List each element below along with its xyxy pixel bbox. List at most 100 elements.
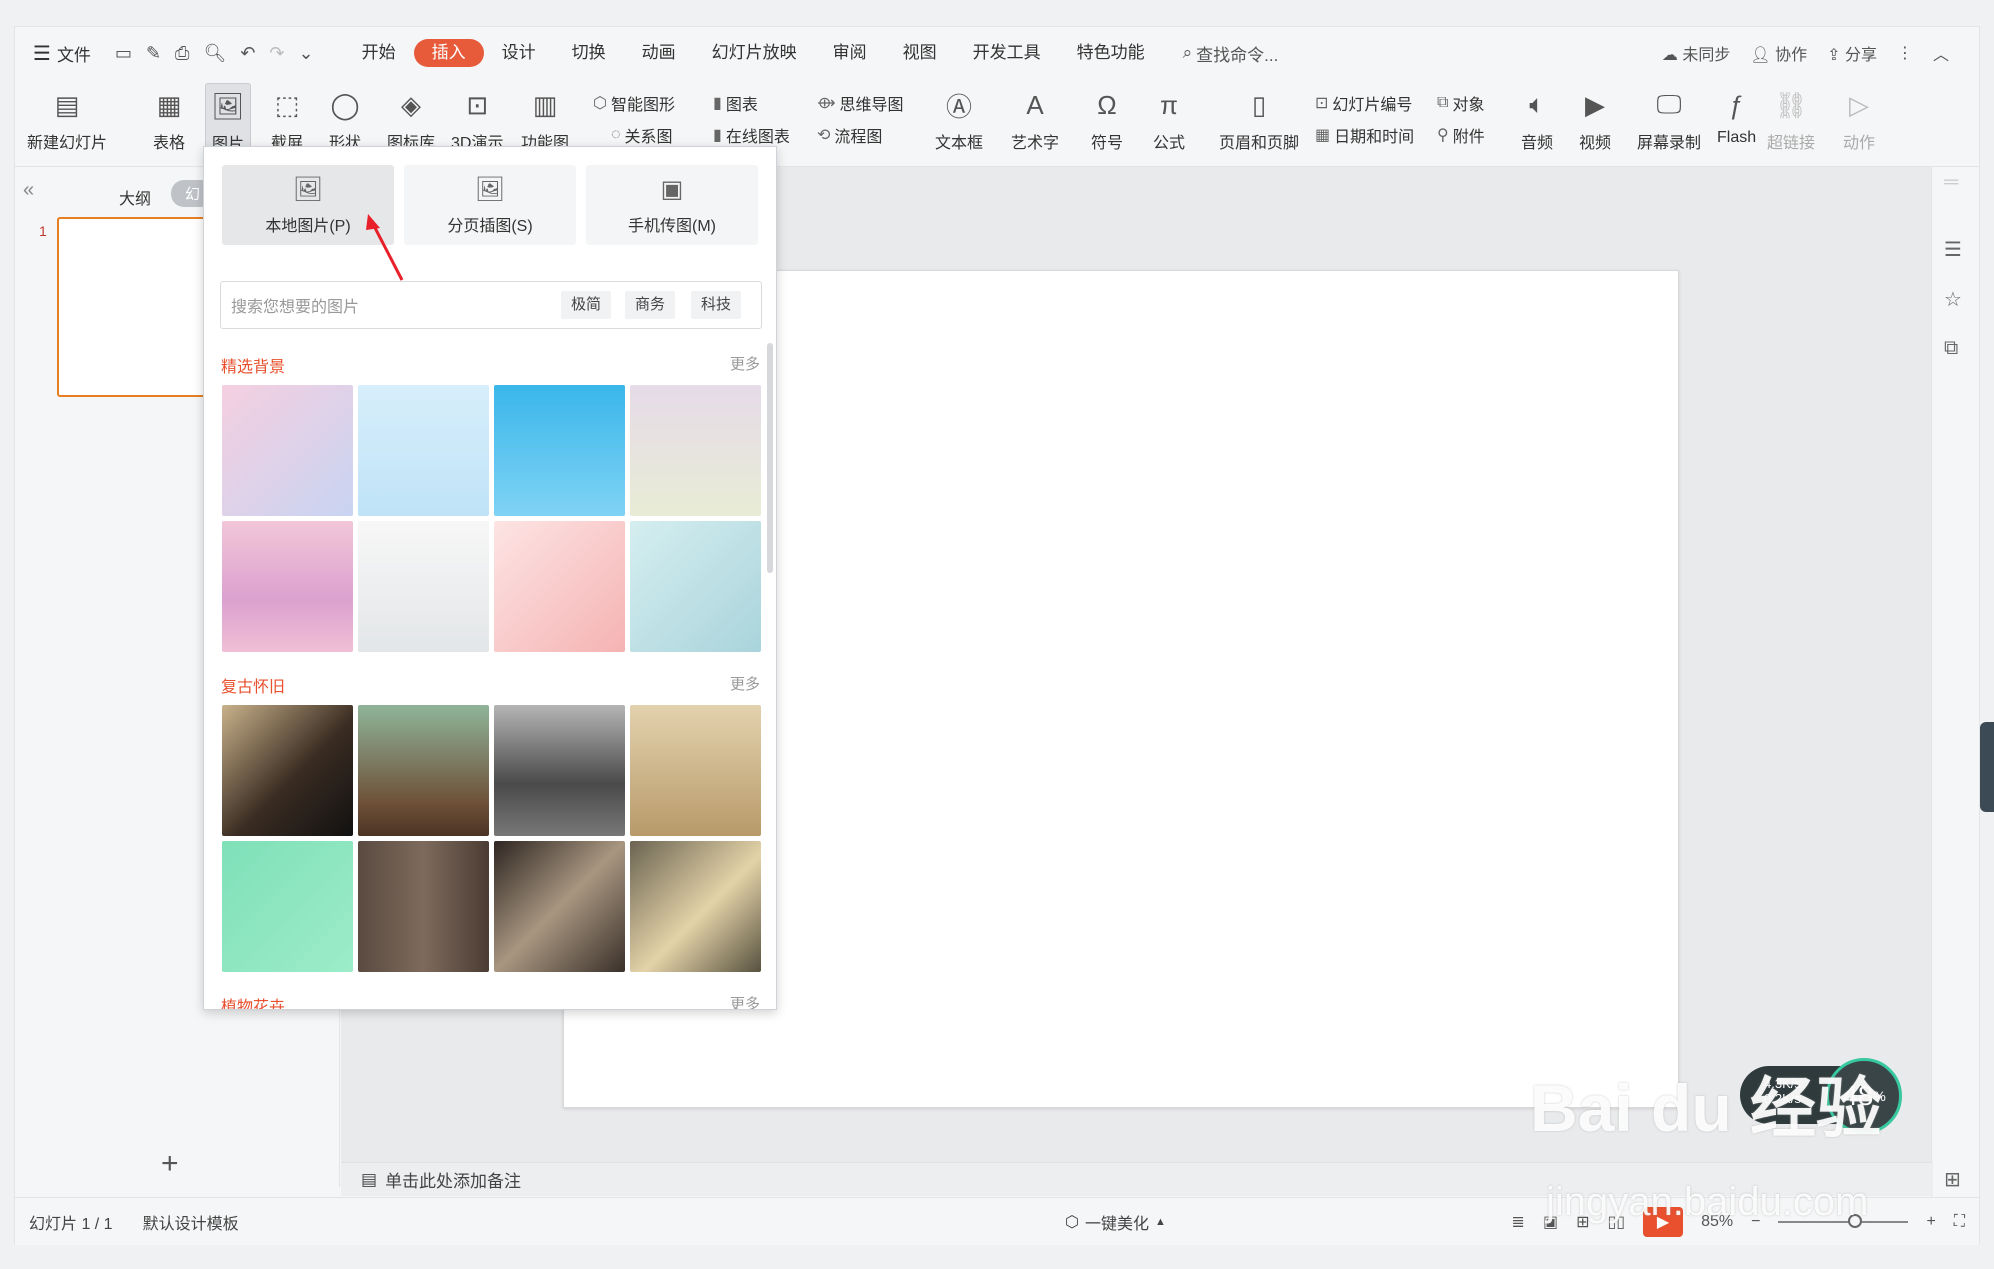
annotation-arrow xyxy=(366,214,404,281)
online-chart-label: 在线图表 xyxy=(725,129,790,146)
smart-shape-button[interactable]: ⬡ 智能图形 xyxy=(593,91,675,115)
menu-bar: ☰ 文件 ▭ ✎ ⎙ 🔍︎ ↶ ↷ ⌄ 开始 插入 设计 切换 动画 幻灯片放映… xyxy=(15,27,1979,79)
slide-thumbnail[interactable] xyxy=(57,217,217,397)
tab-review[interactable]: 审阅 xyxy=(815,39,885,67)
beautify-button[interactable]: ⬡ 一键美化 ▲ xyxy=(1065,1210,1166,1234)
screen-record-label: 屏幕录制 xyxy=(1637,135,1702,152)
object-label: 对象 xyxy=(1452,97,1485,114)
redo-icon[interactable]: ↷ xyxy=(269,43,284,64)
section-more-backgrounds[interactable]: 更多 xyxy=(730,353,760,374)
drag-handle-icon[interactable]: ═ xyxy=(1944,171,1958,194)
hyperlink-button[interactable]: ⛓ 超链接 xyxy=(1767,87,1815,153)
bg-thumbnail[interactable] xyxy=(222,521,353,652)
picture-dropdown: 🖼︎ 本地图片(P) 🖼︎ 分页插图(S) ▣ 手机传图(M) 搜索您想要的图片… xyxy=(203,146,777,1010)
phone-image-icon: ▣ xyxy=(660,175,684,203)
tab-outline[interactable]: 大纲 xyxy=(119,185,151,209)
tab-home[interactable]: 开始 xyxy=(344,39,414,67)
tab-view[interactable]: 视图 xyxy=(885,39,955,67)
properties-icon[interactable]: ☰ xyxy=(1944,237,1962,262)
bg-thumbnail[interactable] xyxy=(358,385,489,516)
command-search[interactable]: ⌕ 查找命令... xyxy=(1183,27,1279,79)
print-icon[interactable]: ⎙ xyxy=(175,43,189,64)
3d-demo-button[interactable]: ⊡ 3D演示 xyxy=(451,87,503,153)
collapse-ribbon-icon[interactable]: ︿ xyxy=(1933,41,1949,65)
tab-slideshow[interactable]: 幻灯片放映 xyxy=(694,39,815,67)
new-slide-button[interactable]: ▤ 新建幻灯片 xyxy=(27,87,107,153)
tab-transition[interactable]: 切换 xyxy=(554,39,624,67)
bg-thumbnail[interactable] xyxy=(630,521,761,652)
retro-thumbnail[interactable] xyxy=(494,705,625,836)
retro-thumbnail[interactable] xyxy=(222,841,353,972)
function-chart-button[interactable]: ▥ 功能图 xyxy=(521,87,569,153)
icon-library-button[interactable]: ◈ 图标库 xyxy=(387,87,435,153)
bg-thumbnail[interactable] xyxy=(222,385,353,516)
notes-toggle-icon[interactable]: ≣ xyxy=(1512,1212,1525,1232)
video-button[interactable]: ▶ 视频 xyxy=(1577,87,1613,153)
object-button[interactable]: ⧉ 对象 xyxy=(1437,91,1484,115)
paged-image-icon: 🖼︎ xyxy=(474,175,506,203)
beautify-icon: ⬡ xyxy=(1065,1213,1079,1231)
symbol-button[interactable]: Ω 符号 xyxy=(1089,87,1125,153)
phone-upload-option[interactable]: ▣ 手机传图(M) xyxy=(586,165,758,245)
section-more-retro[interactable]: 更多 xyxy=(730,673,760,694)
save-icon[interactable]: ▭ xyxy=(115,43,132,64)
retro-thumbnail[interactable] xyxy=(358,705,489,836)
attachment-button[interactable]: ⚲ 附件 xyxy=(1437,123,1485,147)
datetime-button[interactable]: ▦ 日期和时间 xyxy=(1315,123,1414,147)
chip-tech[interactable]: 科技 xyxy=(691,291,742,319)
dropdown-scrollbar[interactable] xyxy=(767,343,773,573)
slide-number-button[interactable]: ⊡ 幻灯片编号 xyxy=(1315,91,1412,115)
retro-thumbnail[interactable] xyxy=(222,705,353,836)
undo-icon[interactable]: ↶ xyxy=(240,43,255,64)
paged-illustration-option[interactable]: 🖼︎ 分页插图(S) xyxy=(404,165,576,245)
collab-button[interactable]: 👤︎ 协作 xyxy=(1750,41,1807,65)
relation-chart-button[interactable]: ◌ 关系图 xyxy=(611,123,673,147)
header-footer-button[interactable]: ▯ 页眉和页脚 xyxy=(1219,87,1299,153)
table-button[interactable]: ▦ 表格 xyxy=(151,87,187,153)
edge-handle[interactable] xyxy=(1980,722,1994,812)
flash-button[interactable]: ƒ Flash xyxy=(1717,87,1756,147)
sync-button[interactable]: ☁ 未同步 xyxy=(1662,41,1730,65)
action-button[interactable]: ▷ 动作 xyxy=(1841,87,1877,153)
tab-animation[interactable]: 动画 xyxy=(624,39,694,67)
bg-thumbnail[interactable] xyxy=(494,385,625,516)
more-icon[interactable]: ⋮ xyxy=(1897,43,1913,63)
retro-thumbnail[interactable] xyxy=(358,841,489,972)
textbox-button[interactable]: Ⓐ 文本框 xyxy=(935,87,983,153)
template-name[interactable]: 默认设计模板 xyxy=(143,1210,239,1234)
online-chart-button[interactable]: ▮ 在线图表 xyxy=(713,123,790,147)
wordart-button[interactable]: A 艺术字 xyxy=(1011,87,1059,153)
section-more-flowers[interactable]: 更多 xyxy=(730,993,760,1009)
file-menu[interactable]: ☰ 文件 xyxy=(33,27,91,79)
mindmap-button[interactable]: ⟴ 思维导图 xyxy=(817,91,904,115)
print-preview-icon[interactable]: 🔍︎ xyxy=(203,43,226,64)
chip-minimal[interactable]: 极简 xyxy=(561,291,612,319)
picture-search-input[interactable]: 搜索您想要的图片 极简 商务 科技 xyxy=(220,281,762,329)
tab-developer[interactable]: 开发工具 xyxy=(955,39,1059,67)
tab-special[interactable]: 特色功能 xyxy=(1059,39,1163,67)
flowchart-button[interactable]: ⟲ 流程图 xyxy=(817,123,882,147)
chip-business[interactable]: 商务 xyxy=(625,291,676,319)
share-button[interactable]: ⇪ 分享 xyxy=(1827,41,1877,65)
audio-button[interactable]: 🔈︎ 音频 xyxy=(1519,87,1555,153)
bg-thumbnail[interactable] xyxy=(358,521,489,652)
format-painter-icon[interactable]: ✎ xyxy=(146,43,161,64)
add-slide-button[interactable]: + xyxy=(161,1147,179,1181)
screen-record-button[interactable]: 🖵︎ 屏幕录制 xyxy=(1637,87,1701,153)
collapse-panel-icon[interactable]: « xyxy=(23,179,34,202)
tab-design[interactable]: 设计 xyxy=(484,39,554,67)
shape-button[interactable]: ◯ 形状 xyxy=(327,87,363,153)
retro-thumbnail[interactable] xyxy=(630,705,761,836)
retro-thumbnail[interactable] xyxy=(630,841,761,972)
screenshot-button[interactable]: ⬚ 截屏 xyxy=(269,87,305,153)
bg-thumbnail[interactable] xyxy=(494,521,625,652)
tab-insert[interactable]: 插入 xyxy=(413,39,484,67)
chart-button[interactable]: ▮ 图表 xyxy=(713,91,758,115)
flowchart-label: 流程图 xyxy=(834,129,883,146)
formula-button[interactable]: π 公式 xyxy=(1151,87,1187,153)
retro-thumbnail[interactable] xyxy=(494,841,625,972)
customize-chevron-icon[interactable]: ⌄ xyxy=(299,43,314,64)
star-icon[interactable]: ☆ xyxy=(1944,287,1962,312)
bg-thumbnail[interactable] xyxy=(630,385,761,516)
copy-icon[interactable]: ⧉ xyxy=(1944,337,1958,360)
